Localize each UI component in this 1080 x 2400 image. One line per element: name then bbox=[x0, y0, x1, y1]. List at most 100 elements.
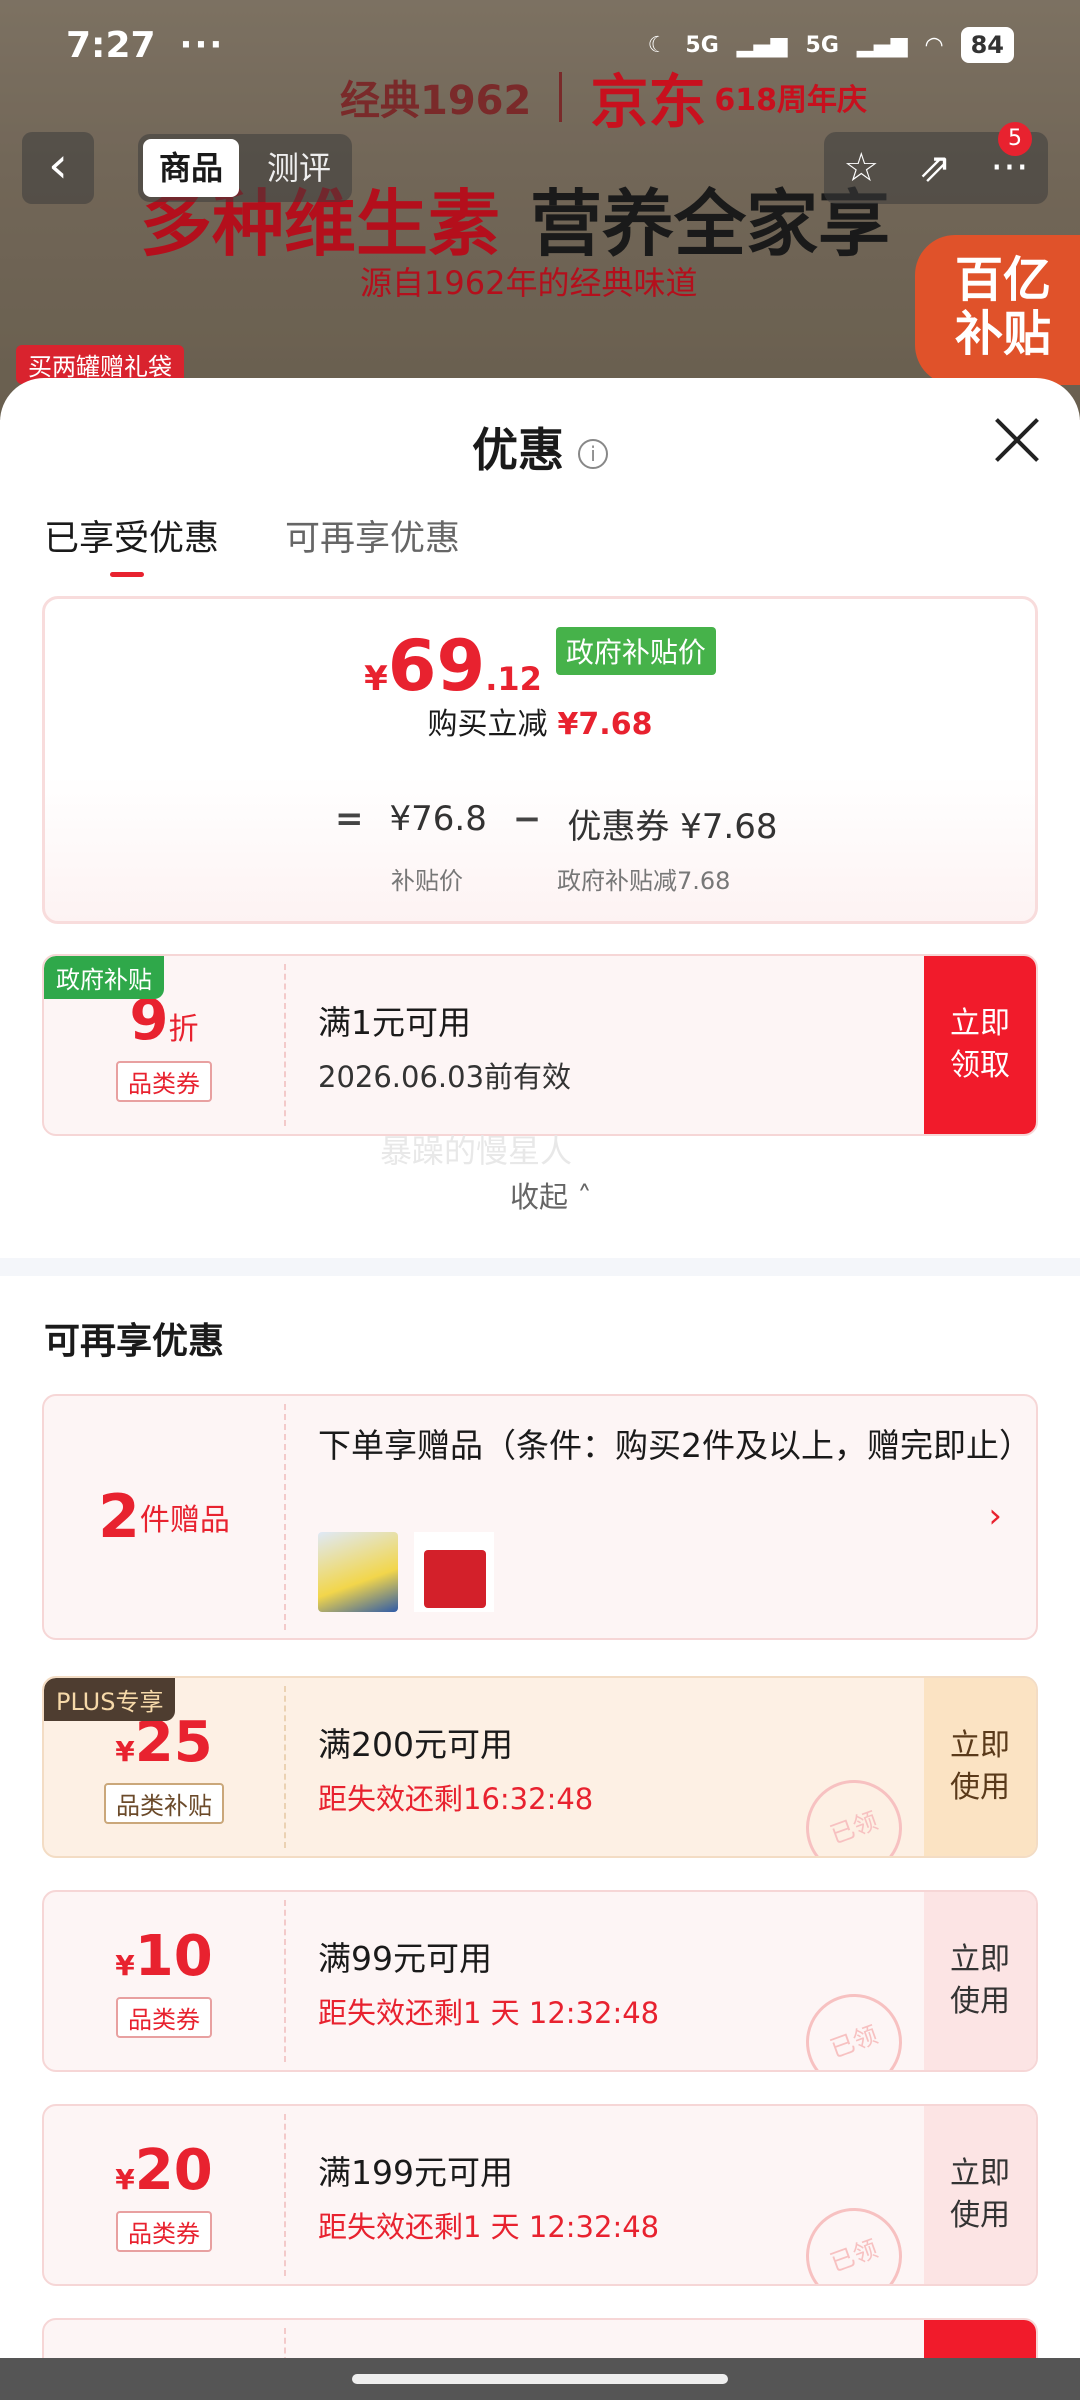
home-indicator[interactable] bbox=[352, 2374, 728, 2384]
use-button-line2: 使用 bbox=[950, 1770, 1010, 1805]
share-icon[interactable]: ⇗ bbox=[918, 145, 952, 191]
use-button-line2: 使用 bbox=[950, 2198, 1010, 2233]
price-currency: ¥ bbox=[364, 659, 388, 699]
coupon-value-unit: 折 bbox=[168, 1012, 199, 1047]
coupon-currency: ¥ bbox=[115, 1949, 135, 1982]
tab-more-discounts[interactable]: 可再享优惠 bbox=[285, 510, 460, 561]
network-5g-2: 5G bbox=[805, 32, 839, 58]
collapse-button[interactable]: 收起 ˄ bbox=[510, 1174, 592, 1216]
watermark: 暴躁的慢星人 bbox=[380, 1132, 573, 1170]
subsidy-badge: 百亿 补贴 bbox=[915, 235, 1080, 385]
coupon-kind: 品类券 bbox=[116, 1061, 212, 1102]
claimed-stamp: 已领 bbox=[792, 1980, 916, 2070]
coupon-condition: 满200元可用 bbox=[318, 1725, 513, 1764]
coupon-value-number: 20 bbox=[134, 2138, 213, 2203]
coupon-kind: 品类券 bbox=[116, 2211, 212, 2252]
instant-reduction: 购买立减 ¥7.68 bbox=[45, 699, 1035, 743]
claimed-stamp: 已领 bbox=[792, 1766, 916, 1856]
category-coupon-10: ¥10 品类券 满99元可用 距失效还剩1 天 12:32:48 已领 立即 使用 bbox=[42, 1890, 1038, 2072]
signal-icon-2: ▂▄▆ bbox=[856, 32, 908, 58]
tab-applied-discounts[interactable]: 已享受优惠 bbox=[44, 510, 219, 577]
coupon-value-number: 10 bbox=[134, 1924, 213, 1989]
info-icon[interactable]: i bbox=[578, 438, 608, 469]
back-button[interactable]: ‹ bbox=[22, 132, 94, 204]
coupon-validity: 2026.06.03前有效 bbox=[318, 1060, 572, 1094]
gov-subsidy-price-tag: 政府补贴价 bbox=[555, 627, 716, 675]
gift-thumbnail-bag[interactable] bbox=[414, 1532, 494, 1612]
moon-icon: ☾ bbox=[647, 32, 668, 58]
promo-subline: 源自1962年的经典味道 bbox=[360, 264, 698, 302]
nav-actions: ☆ ⇗ ··· 5 bbox=[824, 122, 1048, 204]
coupon-divider bbox=[284, 1900, 286, 2062]
coupon-countdown: 距失效还剩16:32:48 bbox=[318, 1782, 594, 1816]
coupon-details: 满1元可用 2026.06.03前有效 bbox=[318, 996, 571, 1096]
price-formula: = ¥76.8 − 优惠券 ¥7.68 bbox=[335, 799, 778, 848]
reduction-amount: ¥7.68 bbox=[557, 707, 653, 742]
sheet-title-text: 优惠 bbox=[472, 423, 564, 477]
coupon-condition: 满1元可用 bbox=[318, 1003, 471, 1042]
coupon-currency: ¥ bbox=[115, 1735, 135, 1768]
product-tabs: 商品 测评 bbox=[138, 134, 353, 202]
subsidy-badge-line2: 补贴 bbox=[955, 306, 1052, 362]
chevron-right-icon[interactable]: › bbox=[988, 1496, 1002, 1536]
coupon-value: ¥20 bbox=[44, 2138, 284, 2203]
close-icon[interactable] bbox=[994, 418, 1038, 462]
section-divider bbox=[0, 1258, 1080, 1276]
coupon-kind: 品类补贴 bbox=[104, 1783, 224, 1824]
coupon-condition: 满99元可用 bbox=[318, 1939, 492, 1978]
price-decimal: .12 bbox=[485, 660, 542, 698]
gift-count-number: 2 bbox=[98, 1482, 140, 1552]
wifi-icon: ◠ bbox=[925, 32, 943, 58]
tab-product[interactable]: 商品 bbox=[143, 139, 240, 197]
use-button-line1: 立即 bbox=[950, 1728, 1010, 1763]
message-badge: 5 bbox=[998, 122, 1032, 156]
status-icons: ☾ 5G ▂▄▆ 5G ▂▄▆ ◠ 84 bbox=[648, 27, 1014, 63]
category-coupon-20: ¥20 品类券 满199元可用 距失效还剩1 天 12:32:48 已领 立即使… bbox=[42, 2104, 1038, 2286]
status-time: 7:27 bbox=[66, 24, 156, 66]
gift-count-unit: 件赠品 bbox=[139, 1503, 230, 1538]
use-coupon-button[interactable]: 立即 使用 bbox=[924, 1678, 1036, 1856]
final-price: ¥69.12 政府补贴价 bbox=[45, 625, 1035, 707]
use-button-line1: 立即 bbox=[950, 2156, 1010, 2191]
network-5g-1: 5G bbox=[685, 32, 719, 58]
gift-offer-card[interactable]: 2 件赠品 下单享赠品（条件：购买2件及以上，赠完即止） › bbox=[42, 1394, 1038, 1640]
coupon-value-area: ¥10 品类券 bbox=[44, 1892, 284, 2070]
status-overflow-icon: ··· bbox=[179, 25, 225, 65]
discount-tabs: 已享受优惠 可再享优惠 bbox=[44, 510, 460, 577]
gift-count: 2 件赠品 bbox=[44, 1396, 284, 1638]
sheet-title: 优惠 i bbox=[0, 414, 1080, 480]
coupon-divider bbox=[284, 964, 286, 1126]
coupon-note: 政府补贴减7.68 bbox=[557, 867, 731, 895]
signal-icon: ▂▄▆ bbox=[736, 32, 788, 58]
claim-button-line1: 立即 bbox=[950, 1006, 1010, 1041]
equals-sign: = bbox=[335, 799, 364, 839]
base-price-note: 补贴价 bbox=[391, 867, 463, 895]
use-coupon-button[interactable]: 立即 使用 bbox=[924, 1892, 1036, 2070]
gift-description: 下单享赠品（条件：购买2件及以上，赠完即止） bbox=[318, 1426, 1032, 1465]
coupon-countdown: 距失效还剩1 天 12:32:48 bbox=[318, 1996, 660, 2030]
plus-coupon: ¥25 品类补贴 PLUS专享 满200元可用 距失效还剩16:32:48 已领… bbox=[42, 1676, 1038, 1858]
section-title-more-discounts: 可再享优惠 bbox=[44, 1321, 225, 1362]
claim-button-line2: 领取 bbox=[950, 1048, 1010, 1083]
coupon-deduction: 优惠券 ¥7.68 bbox=[567, 807, 778, 847]
favorite-star-icon[interactable]: ☆ bbox=[843, 145, 879, 191]
coupon-value: ¥10 bbox=[44, 1924, 284, 1989]
use-button-line1: 立即 bbox=[950, 1942, 1010, 1977]
gift-thumbnail-product[interactable] bbox=[318, 1532, 398, 1612]
plus-exclusive-tag: PLUS专享 bbox=[44, 1678, 176, 1721]
product-nav: ‹ 商品 测评 ☆ ⇗ ··· 5 bbox=[0, 122, 1080, 204]
price-breakdown: ¥69.12 政府补贴价 购买立减 ¥7.68 = ¥76.8 − 优惠券 ¥7.6… bbox=[42, 596, 1038, 924]
coupon-currency: ¥ bbox=[115, 2163, 135, 2196]
claim-coupon-button[interactable]: 立即 领取 bbox=[924, 956, 1036, 1134]
gift-divider bbox=[284, 1404, 286, 1630]
subsidy-badge-line1: 百亿 bbox=[955, 252, 1052, 308]
tab-review[interactable]: 测评 bbox=[251, 139, 347, 197]
use-coupon-button[interactable]: 立即 使用 bbox=[924, 2106, 1036, 2284]
coupon-details: 满199元可用 距失效还剩1 天 12:32:48 bbox=[318, 2146, 659, 2246]
coupon-kind: 品类券 bbox=[116, 1997, 212, 2038]
coupon-countdown: 距失效还剩1 天 12:32:48 bbox=[318, 2210, 660, 2244]
minus-sign: − bbox=[512, 799, 542, 839]
status-bar: 7:27 ··· ☾ 5G ▂▄▆ 5G ▂▄▆ ◠ 84 bbox=[0, 0, 1080, 90]
price-integer: 69 bbox=[387, 625, 486, 707]
coupon-corner-tag: 政府补贴 bbox=[44, 956, 164, 999]
